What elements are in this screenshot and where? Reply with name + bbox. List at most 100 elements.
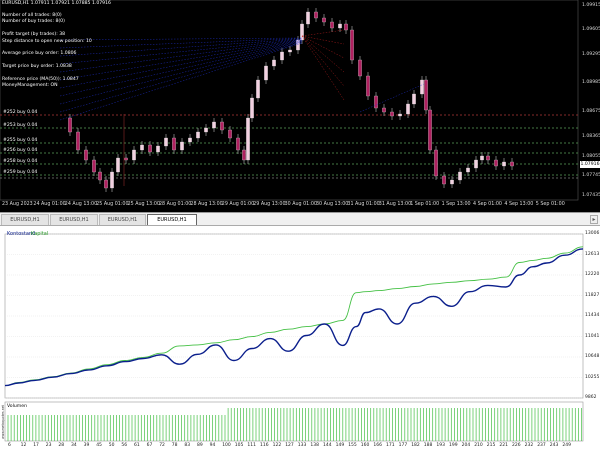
trade-count-tick: 155 [348, 443, 357, 448]
date-tick: 25 Aug 01:00 [96, 202, 129, 207]
price-tick: 1.08055 [582, 154, 600, 159]
trade-count-tick: 133 [297, 443, 307, 448]
trade-count-tick: 221 [499, 443, 508, 448]
price-tick: 1.08985 [582, 80, 600, 85]
tab-chart-2[interactable]: EURUSD,H1 (visual) [50, 214, 98, 234]
date-tick: 1 Sep 13:00 [441, 202, 471, 207]
trade-count-tick: 94 [209, 443, 216, 448]
price-tick: 1.09295 [582, 52, 600, 57]
trade-count-tick: 34 [71, 443, 77, 448]
equity-line [4, 246, 584, 387]
ea-info-line: MoneyManagement: ON [2, 83, 58, 89]
trade-count-tick: 193 [436, 443, 445, 448]
trade-count-tick: 83 [184, 443, 191, 448]
order-level-label: #255 buy 0.04 [3, 138, 38, 143]
volume-label: Volumen [7, 404, 27, 409]
trade-count-tick: 12 [20, 443, 27, 448]
price-tick: 1.07745 [582, 173, 600, 178]
trade-count-tick: 67 [146, 443, 153, 448]
date-tick: 5 Sep 01:00 [535, 202, 565, 207]
trade-count-tick: 149 [335, 443, 345, 448]
date-tick: 24 Aug 01:00 [33, 202, 66, 207]
trade-count-tick: 249 [562, 443, 571, 448]
ea-info-line: Target price buy order: 1.0838 [2, 64, 72, 70]
tab-chart-1[interactable]: EURUSD,H1 (visual) [1, 214, 49, 234]
trade-count-tick: 105 [234, 443, 244, 448]
price-chart[interactable]: EURUSD,H1 1.07911 1.07921 1.07885 1.0791… [0, 0, 600, 212]
legend-equity: Kapital [31, 231, 49, 237]
equity-tick: 11041 [585, 333, 600, 339]
trade-count-tick: 138 [310, 443, 319, 448]
order-level-label: #256 buy 0.04 [3, 148, 38, 153]
equity-tick: 11827 [585, 292, 600, 298]
trade-count-tick: 78 [171, 443, 178, 448]
trade-count-tick: 226 [512, 443, 521, 448]
trade-count-tick: 243 [549, 443, 559, 448]
date-tick: 28 Aug 13:00 [190, 202, 223, 207]
date-tick: 28 Aug 01:00 [159, 202, 192, 207]
price-tick: 1.09605 [582, 27, 600, 32]
trade-count-tick: 72 [159, 443, 165, 448]
price-tick: 1.08365 [582, 134, 600, 139]
trade-count-tick: 61 [134, 443, 140, 448]
date-tick: 31 Aug 13:00 [378, 202, 412, 207]
price-tick: 1.07435 [582, 193, 600, 198]
trade-count-tick: 23 [45, 443, 52, 448]
side-caption: www.metaquotes.net [1, 405, 5, 439]
trade-count-tick: 182 [411, 443, 420, 448]
trade-count-tick: 177 [398, 443, 408, 448]
price-tick: 1.09915 [582, 3, 600, 8]
trade-count-tick: 6 [8, 443, 11, 448]
date-tick: 30 Aug 01:00 [284, 202, 317, 207]
trade-count-tick: 50 [108, 443, 115, 448]
date-tick: 1 Sep 01:00 [410, 202, 440, 207]
trade-count-tick: 45 [96, 443, 102, 448]
trade-count-tick: 39 [83, 443, 90, 448]
trade-count-tick: 116 [260, 443, 269, 448]
ea-info-line: Reference price (MA(50)): 1.0847 [2, 77, 79, 82]
ea-info-line: Number of all trades: 8(0) [2, 13, 62, 18]
price-tick: 1.08675 [582, 109, 600, 114]
trade-count-tick: 210 [474, 443, 483, 448]
trade-count-tick: 127 [285, 443, 294, 448]
trade-count-tick: 28 [58, 443, 65, 448]
trade-count-tick: 199 [449, 443, 458, 448]
trade-count-tick: 237 [537, 443, 546, 448]
tester-graph-canvas [4, 233, 584, 442]
trade-count-tick: 215 [486, 443, 496, 448]
equity-tick: 12613 [585, 251, 600, 257]
equity-tick: 9862 [585, 395, 597, 400]
trade-count-tick: 56 [121, 443, 128, 448]
trade-count-tick: 188 [423, 443, 433, 448]
tab-chart-3[interactable]: EURUSD,H1 (visual) [99, 214, 146, 234]
equity-tick: 10648 [585, 354, 600, 359]
date-tick: 29 Aug 01:00 [221, 202, 255, 207]
ea-info-line: Number of buy trades: 8(0) [2, 19, 65, 25]
trade-count-tick: 166 [373, 443, 382, 448]
date-tick: 23 Aug 2023 [2, 202, 33, 207]
chart-header: EURUSD,H1 1.07911 1.07921 1.07885 1.0791… [2, 1, 111, 6]
order-level-label: #258 buy 0.04 [3, 159, 38, 164]
date-tick: 31 Aug 01:00 [347, 202, 380, 207]
date-tick: 29 Aug 13:00 [253, 202, 286, 207]
date-tick: 4 Sep 01:00 [473, 202, 502, 207]
ea-info-line: Average price buy order: 1.0806 [2, 51, 77, 57]
trade-count-tick: 100 [222, 443, 231, 448]
date-tick: 30 Aug 13:00 [316, 202, 349, 207]
tab-chart-4[interactable]: EURUSD,H1 (visual) [147, 214, 197, 234]
tab-scroll-arrow-icon[interactable]: ▸ [590, 215, 598, 224]
trade-count-tick: 232 [524, 443, 534, 448]
equity-tick: 13006 [585, 231, 600, 236]
equity-tick: 11434 [585, 313, 600, 318]
equity-tick: 10255 [585, 374, 600, 380]
trade-count-tick: 17 [33, 443, 39, 448]
price-chart-canvas [0, 0, 579, 201]
tester-graph[interactable]: Kontostand Kapital Volumen www.metaquote… [0, 226, 600, 450]
trade-count-tick: 171 [386, 443, 395, 448]
ea-info-line: Step distance to open new position: 10 [2, 38, 92, 44]
order-level-label: #253 buy 0.04 [3, 123, 38, 128]
trade-count-tick: 144 [323, 443, 332, 448]
chart-tab-bar: EURUSD,H1 (visual) EURUSD,H1 (visual) EU… [0, 212, 600, 234]
date-tick: 4 Sep 13:00 [504, 202, 534, 207]
date-tick: 25 Aug 13:00 [127, 202, 160, 207]
